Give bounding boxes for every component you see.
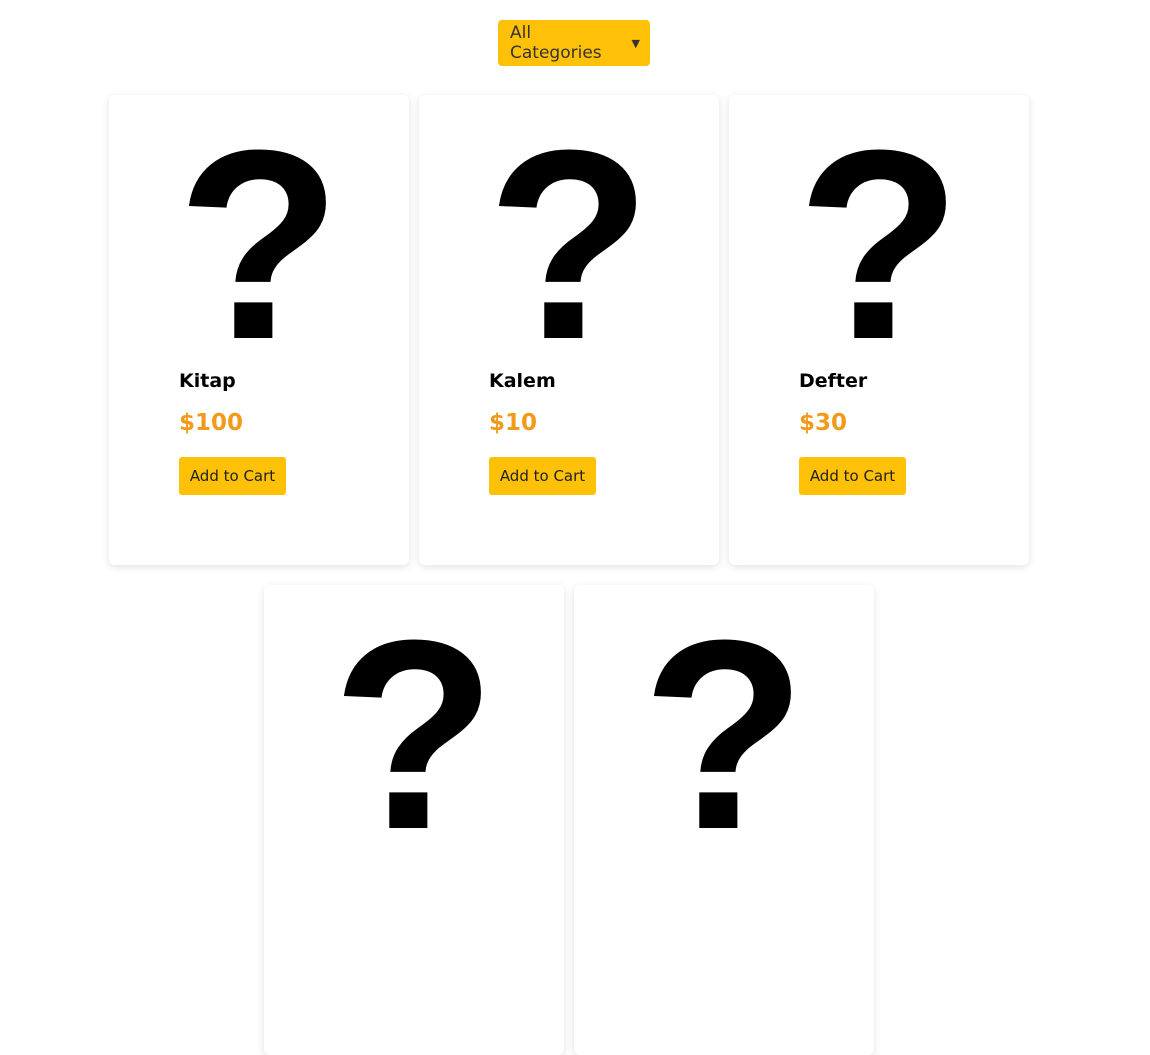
add-to-cart-button[interactable]: Add to Cart — [179, 457, 286, 495]
svg-text:?: ? — [654, 630, 794, 840]
chevron-down-icon: ▼ — [631, 36, 640, 50]
svg-text:?: ? — [809, 140, 949, 350]
product-card: ? Kitap $100 Add to Cart — [109, 95, 409, 565]
question-mark-icon: ? — [809, 140, 949, 350]
category-select[interactable]: All Categories ▼ — [498, 20, 650, 66]
product-price: $30 — [799, 410, 848, 436]
svg-text:?: ? — [344, 630, 484, 840]
add-to-cart-button[interactable]: Add to Cart — [489, 457, 596, 495]
category-filter: All Categories ▼ — [498, 20, 650, 66]
product-card: ? Defter $30 Add to Cart — [729, 95, 1029, 565]
question-mark-icon: ? — [654, 630, 794, 840]
product-price: $10 — [489, 410, 538, 436]
product-name: Kitap — [179, 370, 236, 392]
product-name: Defter — [799, 370, 868, 392]
product-card: ? Kalem $10 Add to Cart — [419, 95, 719, 565]
product-card: ? — [264, 585, 564, 1055]
question-mark-icon: ? — [189, 140, 329, 350]
product-card: ? — [574, 585, 874, 1055]
question-mark-icon: ? — [499, 140, 639, 350]
product-name: Kalem — [489, 370, 556, 392]
question-mark-icon: ? — [344, 630, 484, 840]
category-select-value: All Categories — [510, 23, 602, 63]
add-to-cart-button[interactable]: Add to Cart — [799, 457, 906, 495]
svg-text:?: ? — [189, 140, 329, 350]
product-price: $100 — [179, 410, 244, 436]
svg-text:?: ? — [499, 140, 639, 350]
